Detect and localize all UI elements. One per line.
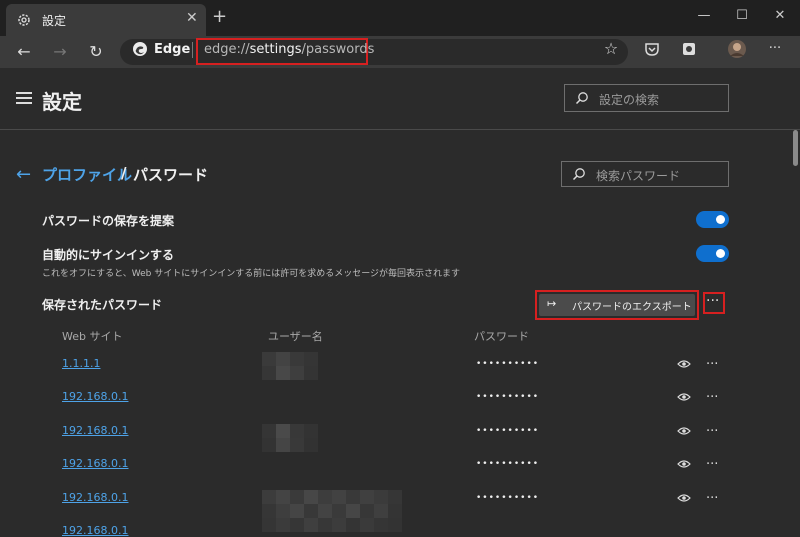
row-site-link[interactable]: 1.1.1.1 (62, 357, 100, 370)
hamburger-menu-icon[interactable] (16, 92, 32, 104)
row-site-link[interactable]: 192.168.0.1 (62, 524, 128, 537)
row-more-button[interactable]: ··· (706, 358, 718, 371)
row-password-masked: •••••••••• (476, 426, 540, 436)
autosignin-label: 自動的にサインインする (42, 248, 175, 262)
minimize-button[interactable]: — (694, 6, 714, 26)
row-more-button[interactable]: ··· (706, 425, 718, 438)
url-text[interactable]: edge://settings/passwords (204, 42, 374, 57)
row-site-link[interactable]: 192.168.0.1 (62, 457, 128, 470)
settings-search-input[interactable]: 設定の検索 (564, 84, 729, 112)
breadcrumb-profile-link[interactable]: プロファイル (42, 164, 132, 185)
tab-close-icon[interactable]: ✕ (186, 10, 198, 26)
url-path: /passwords (301, 42, 375, 57)
column-header-website: Web サイト (62, 330, 123, 343)
profile-avatar-icon[interactable] (727, 39, 747, 59)
row-password-masked: •••••••••• (476, 359, 540, 369)
row-password-masked: •••••••••• (476, 392, 540, 402)
page-title: 設定 (42, 90, 82, 114)
back-button[interactable]: ← (12, 40, 36, 64)
url-host: settings (249, 42, 302, 57)
show-password-eye-icon[interactable] (677, 392, 691, 402)
extension-icon[interactable] (680, 40, 698, 58)
gear-icon (18, 14, 30, 26)
refresh-button[interactable]: ↻ (84, 40, 108, 64)
show-password-eye-icon[interactable] (677, 493, 691, 503)
address-separator (192, 42, 193, 58)
offer-save-label: パスワードの保存を提案 (42, 214, 175, 228)
show-password-eye-icon[interactable] (677, 459, 691, 469)
search-icon (572, 168, 585, 181)
url-prefix: edge:// (204, 42, 250, 57)
password-search-placeholder: 検索パスワード (596, 169, 681, 183)
row-site-link[interactable]: 192.168.0.1 (62, 491, 128, 504)
row-site-link[interactable]: 192.168.0.1 (62, 390, 128, 403)
password-search-input[interactable]: 検索パスワード (561, 161, 729, 187)
favorite-star-icon[interactable]: ☆ (602, 40, 620, 58)
offer-save-toggle[interactable] (696, 211, 729, 228)
autosignin-toggle[interactable] (696, 245, 729, 262)
window-close-button[interactable]: ✕ (770, 6, 790, 26)
browser-tab-settings[interactable]: 設定 ✕ (6, 4, 206, 36)
forward-button[interactable]: → (48, 40, 72, 64)
export-passwords-label[interactable]: パスワードのエクスポート (572, 298, 692, 313)
saved-passwords-heading: 保存されたパスワード (42, 298, 163, 312)
column-header-username: ユーザー名 (268, 330, 323, 343)
autosignin-description: これをオフにすると、Web サイトにサインインする前には許可を求めるメッセージが… (42, 269, 461, 279)
edge-logo-icon (133, 42, 147, 56)
saved-passwords-more-button[interactable]: ··· (706, 294, 719, 308)
settings-search-placeholder: 設定の検索 (599, 93, 660, 107)
new-tab-button[interactable]: + (212, 8, 227, 26)
title-bar: 設定 ✕ + — ☐ ✕ (0, 0, 800, 36)
column-header-password: パスワード (474, 330, 529, 343)
row-site-link[interactable]: 192.168.0.1 (62, 424, 128, 437)
scrollbar-thumb[interactable] (793, 130, 798, 166)
tab-title: 設定 (42, 14, 67, 28)
row-password-masked: •••••••••• (476, 459, 540, 469)
back-arrow-icon[interactable]: ← (16, 164, 31, 185)
export-arrow-icon: ↦ (547, 297, 557, 310)
site-identity-label: Edge (154, 42, 191, 57)
breadcrumb-separator: / (121, 164, 127, 182)
row-more-button[interactable]: ··· (706, 391, 718, 404)
browser-menu-more-icon[interactable]: ··· (766, 40, 784, 58)
scrollbar-track[interactable] (790, 130, 800, 533)
show-password-eye-icon[interactable] (677, 426, 691, 436)
maximize-button[interactable]: ☐ (732, 6, 752, 26)
search-icon (575, 92, 588, 105)
pocket-icon[interactable] (643, 40, 661, 58)
row-more-button[interactable]: ··· (706, 492, 718, 505)
row-password-masked: •••••••••• (476, 493, 540, 503)
show-password-eye-icon[interactable] (677, 359, 691, 369)
breadcrumb-current: パスワード (133, 166, 209, 184)
row-more-button[interactable]: ··· (706, 458, 718, 471)
